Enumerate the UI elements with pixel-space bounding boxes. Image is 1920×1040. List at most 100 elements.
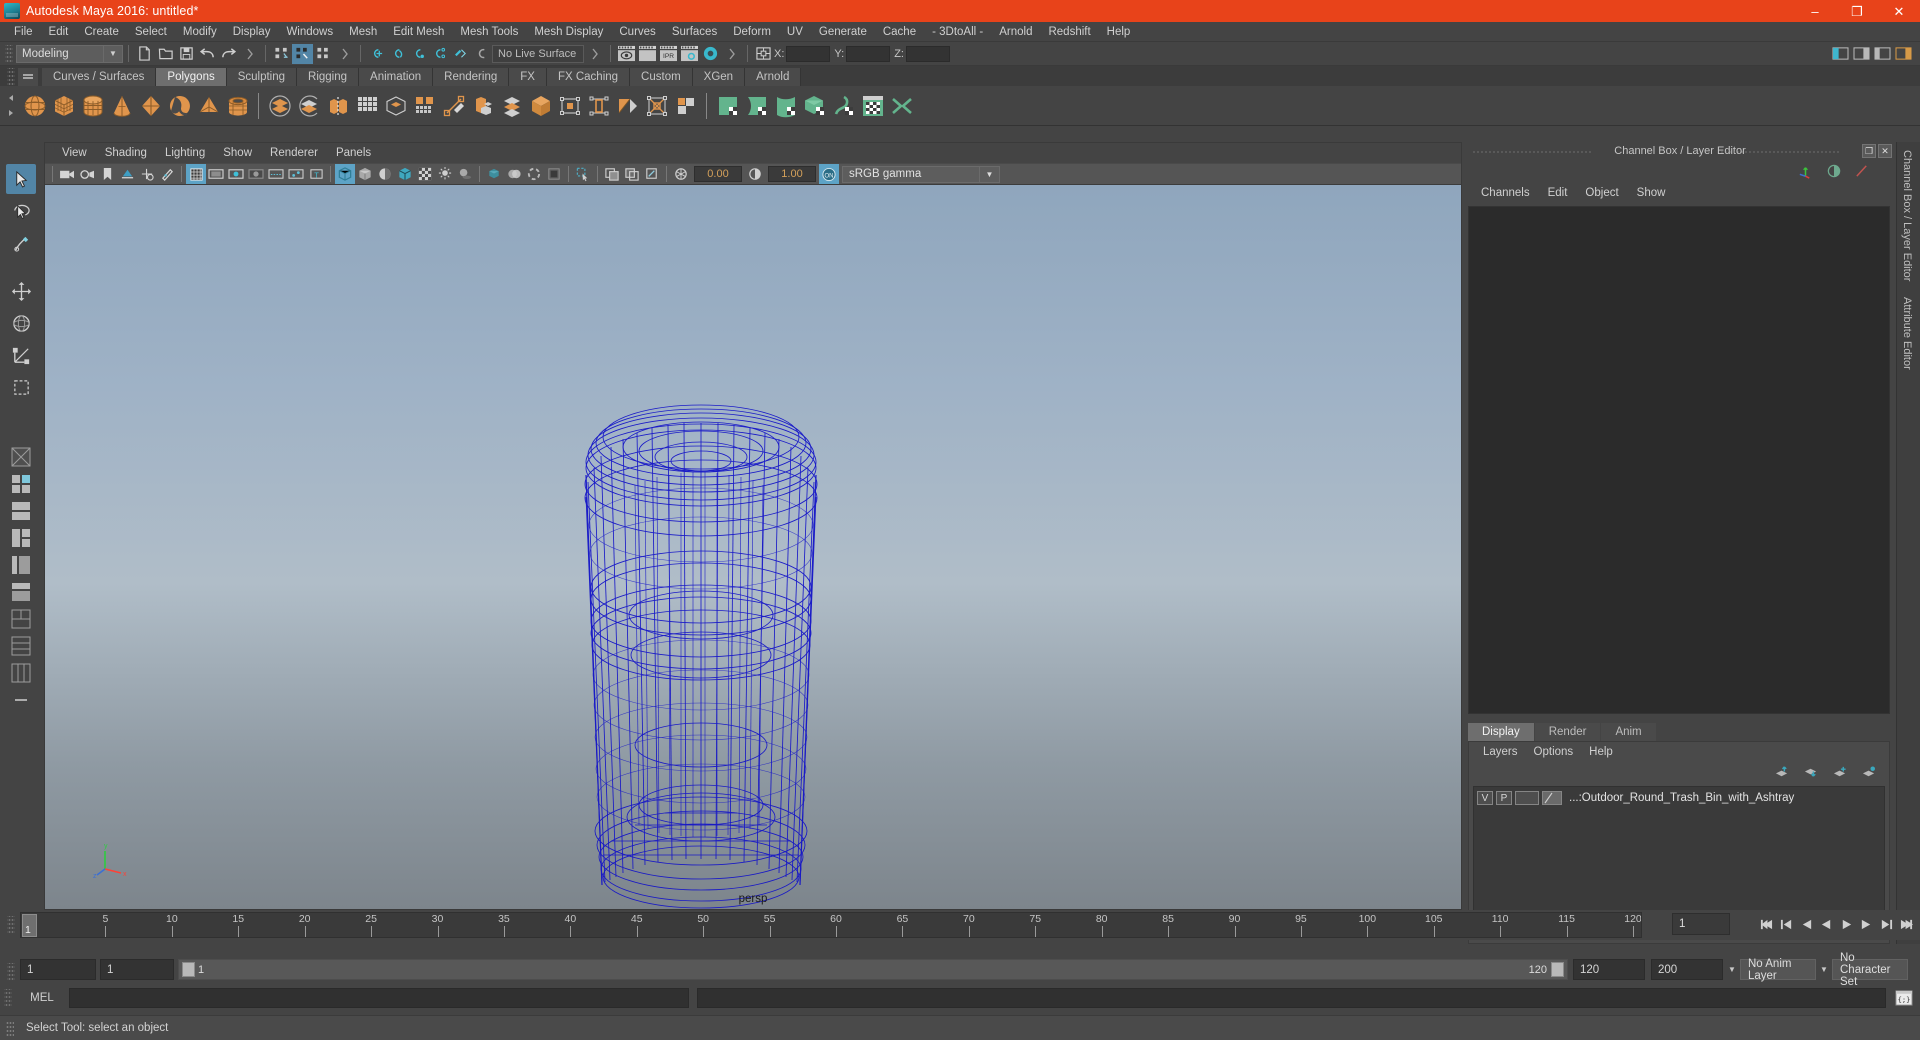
poly-sphere-icon[interactable] — [20, 90, 49, 122]
dock-drag-dots-left[interactable] — [1472, 150, 1592, 153]
poly-bridge-icon[interactable] — [468, 90, 497, 122]
layer-menu-help[interactable]: Help — [1581, 742, 1621, 762]
range-end-field[interactable]: 200 — [1651, 959, 1723, 980]
menu-arnold[interactable]: Arnold — [991, 22, 1040, 42]
snap-to-point-icon[interactable] — [408, 44, 429, 64]
motion-blur-icon[interactable] — [504, 164, 524, 184]
uv-planar-icon[interactable] — [742, 90, 771, 122]
menu-set-selector[interactable]: Modeling — [16, 44, 104, 63]
color-transform-selector[interactable]: sRGB gamma — [842, 165, 980, 183]
menu-curves[interactable]: Curves — [611, 22, 663, 42]
shelf-tab-custom[interactable]: Custom — [630, 68, 693, 86]
channelbox-menu-show[interactable]: Show — [1628, 183, 1675, 203]
bookmark-icon[interactable] — [97, 164, 117, 184]
ipr-render-icon[interactable]: IPR — [658, 44, 679, 64]
poly-pipe-icon[interactable] — [223, 90, 252, 122]
shelf-tab-animation[interactable]: Animation — [359, 68, 434, 86]
shelf-tab-xgen[interactable]: XGen — [692, 68, 746, 86]
layer-shading-toggle[interactable] — [1515, 791, 1539, 805]
gate-mask-icon[interactable] — [246, 164, 266, 184]
new-layer-icon[interactable] — [1832, 765, 1848, 779]
new-layer-from-selected-icon[interactable] — [1861, 765, 1877, 779]
dock-drag-dots-right[interactable] — [1720, 150, 1840, 153]
menu-mesh[interactable]: Mesh — [341, 22, 385, 42]
grease-pencil-icon[interactable] — [157, 164, 177, 184]
layer-menu-layers[interactable]: Layers — [1475, 742, 1526, 762]
shelf-tab-curves-surfaces[interactable]: Curves / Surfaces — [42, 68, 157, 86]
move-layer-down-icon[interactable] — [1803, 765, 1819, 779]
shelf-tab-rigging[interactable]: Rigging — [297, 68, 360, 86]
rotate-tool[interactable] — [6, 308, 36, 338]
outliner-persp-layout[interactable] — [8, 552, 34, 578]
viewport-menu-view[interactable]: View — [53, 143, 96, 163]
multisample-icon[interactable] — [524, 164, 544, 184]
menu-mesh-tools[interactable]: Mesh Tools — [452, 22, 526, 42]
poly-cylinder-icon[interactable] — [78, 90, 107, 122]
go-to-end-icon[interactable] — [1897, 914, 1916, 934]
shelf-menu-icon[interactable] — [18, 68, 38, 86]
poly-duplicate-face-icon[interactable] — [555, 90, 584, 122]
shelf-grip[interactable] — [7, 68, 15, 86]
menu-surfaces[interactable]: Surfaces — [664, 22, 725, 42]
poly-boolean-difference-icon[interactable] — [294, 90, 323, 122]
single-perspective-layout[interactable] — [8, 444, 34, 470]
menu-uv[interactable]: UV — [779, 22, 811, 42]
statusline-collapse-arrow-icon[interactable] — [239, 44, 260, 64]
shelf-tab-arnold[interactable]: Arnold — [745, 68, 802, 86]
exposure-value[interactable]: 0.00 — [694, 166, 742, 182]
playback-start-field[interactable]: 1 — [100, 959, 174, 980]
menu-select[interactable]: Select — [127, 22, 175, 42]
menu-create[interactable]: Create — [76, 22, 127, 42]
anim-layer-selector[interactable]: No Anim Layer — [1740, 958, 1816, 982]
viewport-menu-panels[interactable]: Panels — [327, 143, 380, 163]
uv-unfold-icon[interactable] — [829, 90, 858, 122]
paint-select-tool[interactable] — [6, 228, 36, 258]
poly-wedge-icon[interactable] — [526, 90, 555, 122]
menu-file[interactable]: File — [6, 22, 41, 42]
play-forwards-icon[interactable] — [1837, 914, 1856, 934]
viewport-menu-renderer[interactable]: Renderer — [261, 143, 327, 163]
channelbox-menu-channels[interactable]: Channels — [1472, 183, 1539, 203]
gamma-value[interactable]: 1.00 — [768, 166, 816, 182]
render-sequence-icon[interactable] — [637, 44, 658, 64]
channelbox-menu-object[interactable]: Object — [1576, 183, 1627, 203]
snap-to-projected-center-icon[interactable] — [429, 44, 450, 64]
coord-x-field[interactable] — [786, 45, 831, 62]
step-forward-keyframe-icon[interactable] — [1877, 914, 1896, 934]
persp-graph-layout[interactable] — [8, 606, 34, 632]
film-gate-icon[interactable] — [206, 164, 226, 184]
menu-help[interactable]: Help — [1099, 22, 1139, 42]
move-tool[interactable] — [6, 276, 36, 306]
xray-components-icon[interactable] — [622, 164, 642, 184]
poly-plane-icon[interactable] — [165, 90, 194, 122]
poly-merge-icon[interactable] — [613, 90, 642, 122]
layer-menu-options[interactable]: Options — [1526, 742, 1582, 762]
menu-modify[interactable]: Modify — [175, 22, 225, 42]
cmdline-grip[interactable] — [4, 989, 12, 1007]
poly-combine-icon[interactable] — [323, 90, 352, 122]
uv-automatic-icon[interactable] — [800, 90, 829, 122]
isolate-select-icon[interactable] — [544, 164, 564, 184]
dock-undock-button[interactable]: ❐ — [1862, 144, 1876, 158]
shelf-tab-sculpting[interactable]: Sculpting — [226, 68, 298, 86]
hypershade-icon[interactable] — [700, 44, 721, 64]
layer-visibility-toggle[interactable]: V — [1477, 791, 1493, 805]
channel-box-icon[interactable] — [1797, 163, 1814, 180]
shelf-tab-fx[interactable]: FX — [509, 68, 547, 86]
statusline-grip[interactable] — [5, 44, 13, 63]
color-transform-chevron-down-icon[interactable]: ▼ — [980, 165, 1000, 183]
menu-windows[interactable]: Windows — [278, 22, 341, 42]
exposure-icon[interactable] — [671, 164, 691, 184]
menu-edit-mesh[interactable]: Edit Mesh — [385, 22, 452, 42]
select-tool[interactable] — [6, 164, 36, 194]
three-panes-split-layout[interactable] — [8, 525, 34, 551]
snap-to-curve-icon[interactable] — [387, 44, 408, 64]
film-origin-icon[interactable] — [266, 164, 286, 184]
input-output-connections-icon[interactable] — [753, 44, 774, 64]
viewport-menu-lighting[interactable]: Lighting — [156, 143, 214, 163]
close-button[interactable]: ✕ — [1878, 0, 1920, 22]
screen-space-ao-icon[interactable] — [484, 164, 504, 184]
shelf-scroll-arrows[interactable] — [2, 87, 20, 125]
uv-editor-icon[interactable] — [713, 90, 742, 122]
select-object-icon[interactable] — [292, 43, 313, 64]
